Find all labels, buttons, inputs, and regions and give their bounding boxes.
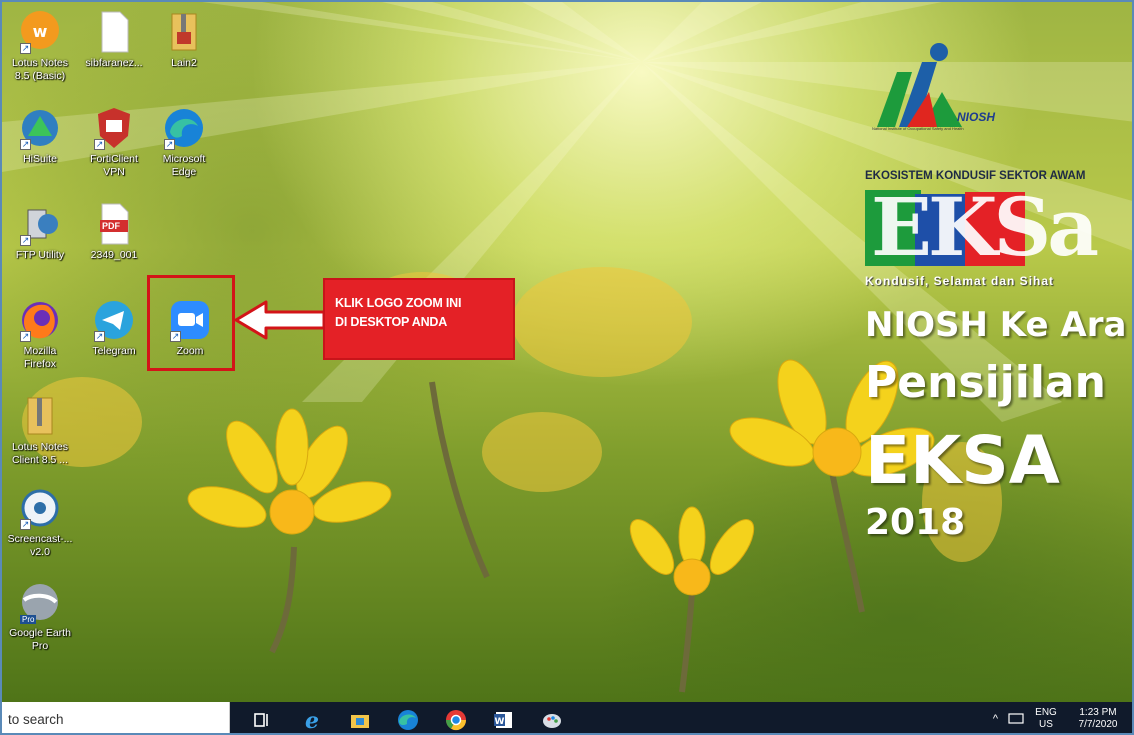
eksa-tagline: Kondusif, Selamat dan Sihat [865,274,1055,288]
shortcut-arrow-icon: ↗ [164,139,175,150]
desktop-icon-label: Google Earth Pro [9,627,71,652]
desktop-icon-label: Lotus Notes 8.5 (Basic) [11,57,69,82]
desktop-icon-label: FortiClient VPN [90,153,138,178]
blank-file-icon [92,10,136,54]
desktop-icon-label: Lain2 [171,57,197,69]
notification-icon[interactable] [1008,712,1024,729]
taskbar: to search e W ^ ENG US 1:23 PM 7/7/2020 [2,702,1132,734]
callout-arrow-icon [234,300,326,340]
desktop-screen: NIOSH National Institute of Occupational… [0,0,1134,735]
internet-explorer-icon[interactable]: e [298,706,326,734]
desktop-icon-lotus-notes-basic[interactable]: w ↗ Lotus Notes 8.5 (Basic) [4,10,76,83]
google-earth-icon: Pro [18,580,62,624]
desktop-icon-lotus-notes-client[interactable]: Lotus Notes Client 8.5 ... [4,394,76,467]
chevron-up-icon[interactable]: ^ [993,713,998,725]
instruction-callout: KLIK LOGO ZOOM INI DI DESKTOP ANDA [323,278,515,360]
file-explorer-icon[interactable] [346,706,374,733]
desktop-icon-label: Mozilla Firefox [23,345,57,370]
niosh-tagline: National Institute of Occupational Safet… [872,126,964,131]
word-icon[interactable]: W [490,706,518,733]
shortcut-arrow-icon: ↗ [20,235,31,246]
clock[interactable]: 1:23 PM 7/7/2020 [1068,707,1128,731]
screencast-icon: ↗ [18,486,62,530]
shortcut-arrow-icon: ↗ [94,331,105,342]
desktop-icon-mozilla-firefox[interactable]: ↗ Mozilla Firefox [4,298,76,371]
svg-text:W: W [495,717,505,727]
chrome-icon[interactable] [442,706,470,733]
desktop-icon-label: Microsoft Edge [162,153,206,178]
eksa-logo: EKSa [865,182,1132,272]
desktop-icon-sibfaranez[interactable]: sibfaranez... [78,10,150,70]
desktop-icon-ftp-utility[interactable]: ↗ FTP Utility [4,202,76,262]
shortcut-arrow-icon: ↗ [20,43,31,54]
pdf-badge: PDF [102,221,120,231]
taskbar-search-box[interactable]: to search [2,702,230,733]
desktop-icon-telegram[interactable]: ↗ Telegram [78,298,150,358]
desktop-icon-hisuite[interactable]: ↗ HiSuite [4,106,76,166]
wallpaper-year-line: 2018 [865,502,966,543]
zip-archive-icon [18,394,62,438]
lotus-notes-icon: w ↗ [18,10,62,54]
firefox-icon: ↗ [18,298,62,342]
task-view-icon[interactable] [248,706,276,733]
wallpaper-niosh-line: NIOSH Ke Ara [865,305,1127,345]
language-indicator[interactable]: ENG US [1032,707,1060,731]
pro-badge: Pro [20,615,37,624]
shortcut-arrow-icon: ↗ [20,519,31,530]
pdf-file-icon: PDF [92,202,136,246]
desktop-icon-lain2[interactable]: Lain2 [148,10,220,70]
paint-icon[interactable] [538,706,566,733]
edge-taskbar-icon[interactable] [394,706,422,733]
desktop-icon-microsoft-edge[interactable]: ↗ Microsoft Edge [148,106,220,179]
svg-text:e: e [305,708,319,734]
shortcut-arrow-icon: ↗ [94,139,105,150]
desktop-icon-label: FTP Utility [15,249,65,261]
desktop-icon-forticlient-vpn[interactable]: ↗ FortiClient VPN [78,106,150,179]
niosh-logo-text: NIOSH [957,110,996,124]
eksa-logo-letters: EKSa [871,180,1099,274]
desktop-icon-label: sibfaranez... [85,57,143,69]
wallpaper-pensijilan-line: Pensijilan [865,357,1106,408]
desktop-icon-2349-001[interactable]: PDF 2349_001 [78,202,150,262]
edge-icon: ↗ [162,106,206,150]
desktop-icon-label: 2349_001 [90,249,138,261]
shortcut-arrow-icon: ↗ [20,139,31,150]
search-placeholder: to search [8,712,64,727]
callout-line-2: DI DESKTOP ANDA [335,315,448,329]
desktop-icon-google-earth-pro[interactable]: Pro Google Earth Pro [4,580,76,653]
desktop-icon-screencast[interactable]: ↗ Screencast-... v2.0 [4,486,76,559]
callout-line-1: KLIK LOGO ZOOM INI [335,296,462,310]
desktop-icon-label: Lotus Notes Client 8.5 ... [11,441,69,466]
forticlient-shield-icon: ↗ [92,106,136,150]
shortcut-arrow-icon: ↗ [20,331,31,342]
hisuite-icon: ↗ [18,106,62,150]
telegram-icon: ↗ [92,298,136,342]
desktop-icon-label: HiSuite [23,153,57,165]
zoom-highlight-box [147,275,235,371]
zip-archive-icon [162,10,206,54]
ftp-utility-icon: ↗ [18,202,62,246]
wallpaper-eksa-line: EKSA [865,422,1060,499]
desktop-icon-label: Telegram [92,345,136,357]
desktop-icon-label: Screencast-... v2.0 [7,533,73,558]
svg-text:w: w [33,22,48,41]
